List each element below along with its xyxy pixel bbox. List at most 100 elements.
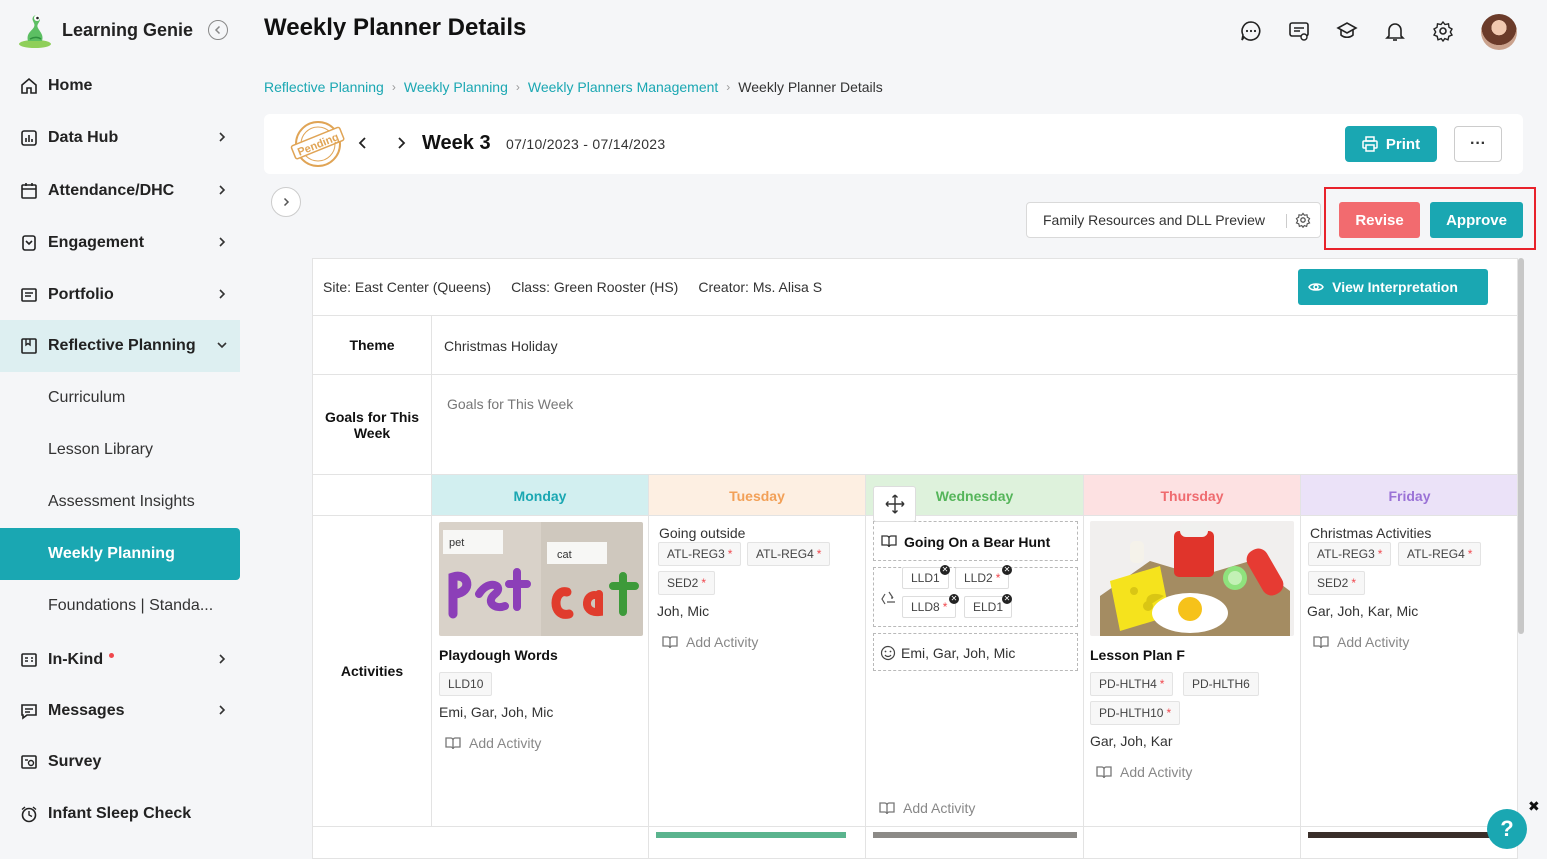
sidebar-item-survey[interactable]: Survey [0,736,240,788]
sidebar-item-portfolio[interactable]: Portfolio [0,269,240,321]
sidebar-item-in-kind[interactable]: In-Kind [0,634,240,686]
site-info: Site: East Center (Queens) [323,279,492,295]
required-mark: * [816,547,822,561]
sidebar-item-data-hub[interactable]: Data Hub [0,112,240,164]
children-box[interactable]: Emi, Gar, Joh, Mic [873,633,1078,671]
sidebar-subitem-lesson-library[interactable]: Lesson Library [0,424,240,476]
add-activity-button[interactable]: Add Activity [879,800,975,816]
sidebar-subitem-curriculum[interactable]: Curriculum [0,372,240,424]
playdough-words-image[interactable]: pet cat [439,522,643,636]
sidebar-item-engagement[interactable]: Engagement [0,217,240,269]
book-icon [1096,766,1112,779]
breadcrumb-link[interactable]: Reflective Planning [264,79,384,95]
approve-button[interactable]: Approve [1430,202,1523,238]
notifications-button[interactable] [1382,18,1408,44]
expand-panel-button[interactable] [271,187,301,217]
breadcrumb-current: Weekly Planner Details [738,79,883,95]
collapse-sidebar-button[interactable] [208,20,228,40]
planner-meta-row: Site: East Center (Queens) Class: Green … [313,259,1517,316]
activity-children: Emi, Gar, Joh, Mic [439,704,554,720]
sidebar-item-attendance[interactable]: Attendance/DHC [0,165,240,217]
help-button[interactable]: ? [1487,809,1527,849]
activity-title[interactable]: Going outside [659,525,745,541]
lesson-plan-image[interactable] [1090,521,1294,636]
print-button[interactable]: Print [1345,126,1437,162]
chevron-right-icon [219,654,226,664]
remove-tag-icon[interactable]: ✕ [949,594,959,604]
chat-button[interactable] [1238,18,1264,44]
tag-label: SED2 [667,576,699,590]
sidebar-item-reflective-planning[interactable]: Reflective Planning [0,320,240,372]
remove-tag-icon[interactable]: ✕ [1002,565,1012,575]
activity-title[interactable]: Christmas Activities [1310,525,1431,541]
required-mark: * [1467,547,1473,561]
tag-label: ATL-REG4 [756,547,814,561]
sidebar-item-messages[interactable]: Messages [0,685,240,737]
week-dates: 07/10/2023 - 07/14/2023 [506,136,666,152]
calendar-icon [21,183,37,199]
breadcrumb-link[interactable]: Weekly Planners Management [528,79,718,95]
sidebar-item-infant-sleep-check[interactable]: Infant Sleep Check [0,788,240,840]
standard-tag: ATL-REG4 * [747,542,831,566]
sidebar-item-label: Survey [48,753,102,770]
settings-button[interactable] [1430,18,1456,44]
remove-tag-icon[interactable]: ✕ [1002,594,1012,604]
view-interpretation-button[interactable]: View Interpretation [1298,269,1488,305]
required-mark: * [727,547,733,561]
clock-icon [21,806,37,823]
add-activity-button[interactable]: Add Activity [662,634,758,650]
standard-tag: ATL-REG3 * [658,542,742,566]
day-header-thursday: Thursday [1084,475,1301,516]
drag-handle[interactable] [873,486,916,522]
more-options-button[interactable]: ··· [1454,126,1502,162]
goals-input[interactable]: Goals for This Week [447,396,573,412]
next-week-button[interactable] [394,136,408,150]
sidebar-subitem-weekly-planning[interactable]: Weekly Planning [0,528,240,580]
theme-value[interactable]: Christmas Holiday [444,338,558,354]
tag-label: LLD8 [911,600,940,614]
user-avatar[interactable] [1481,14,1517,50]
image-word: pet [449,537,464,549]
notification-dot [109,652,115,658]
required-mark: * [1166,706,1172,720]
revise-button[interactable]: Revise [1339,202,1420,238]
standard-tag: PD-HLTH4 * [1090,672,1174,696]
previous-week-button[interactable] [356,136,370,150]
sidebar-subitem-foundations[interactable]: Foundations | Standa... [0,580,240,632]
scrollbar[interactable] [1518,258,1524,634]
day-header-monday: Monday [432,475,649,516]
activity-title-box[interactable]: Going On a Bear Hunt [873,521,1078,561]
chevron-left-icon [214,25,221,35]
brand[interactable]: Learning Genie [16,12,193,48]
learning-button[interactable] [1334,18,1360,44]
sidebar-subitem-assessment-insights[interactable]: Assessment Insights [0,476,240,528]
chevron-right-icon [219,132,226,142]
activity-title[interactable]: Lesson Plan F [1090,647,1185,663]
standard-tag: PD-HLTH6 [1183,672,1259,696]
add-activity-button[interactable]: Add Activity [445,735,541,751]
breadcrumb-link[interactable]: Weekly Planning [404,79,508,95]
standard-tag: PD-HLTH10 * [1090,701,1181,725]
sidebar-item-label: Data Hub [48,129,119,146]
remove-tag-icon[interactable]: ✕ [940,565,950,575]
required-mark: * [942,600,948,614]
add-activity-button[interactable]: Add Activity [1313,634,1409,650]
notes-button[interactable] [1286,18,1312,44]
toy-food-image [1090,521,1294,636]
eye-icon [1308,283,1324,291]
add-activity-button[interactable]: Add Activity [1096,764,1192,780]
required-mark: * [1377,547,1383,561]
book-icon [1313,636,1329,649]
standard-tag: SED2 * [1308,571,1366,595]
activity-title[interactable]: Playdough Words [439,647,558,663]
close-help-icon[interactable]: ✖ [1528,798,1540,815]
sidebar-item-home[interactable]: Home [0,60,240,112]
next-row-image-strip [873,832,1077,838]
image-word: cat [557,549,572,561]
pending-stamp-icon: Pending [290,121,345,167]
next-row-image-strip [1308,832,1512,838]
chevron-right-icon [219,185,226,195]
sidebar-item-label: Reflective Planning [48,337,196,354]
gear-icon[interactable] [1295,212,1311,228]
family-resources-preview-button[interactable]: Family Resources and DLL Preview [1026,202,1321,238]
